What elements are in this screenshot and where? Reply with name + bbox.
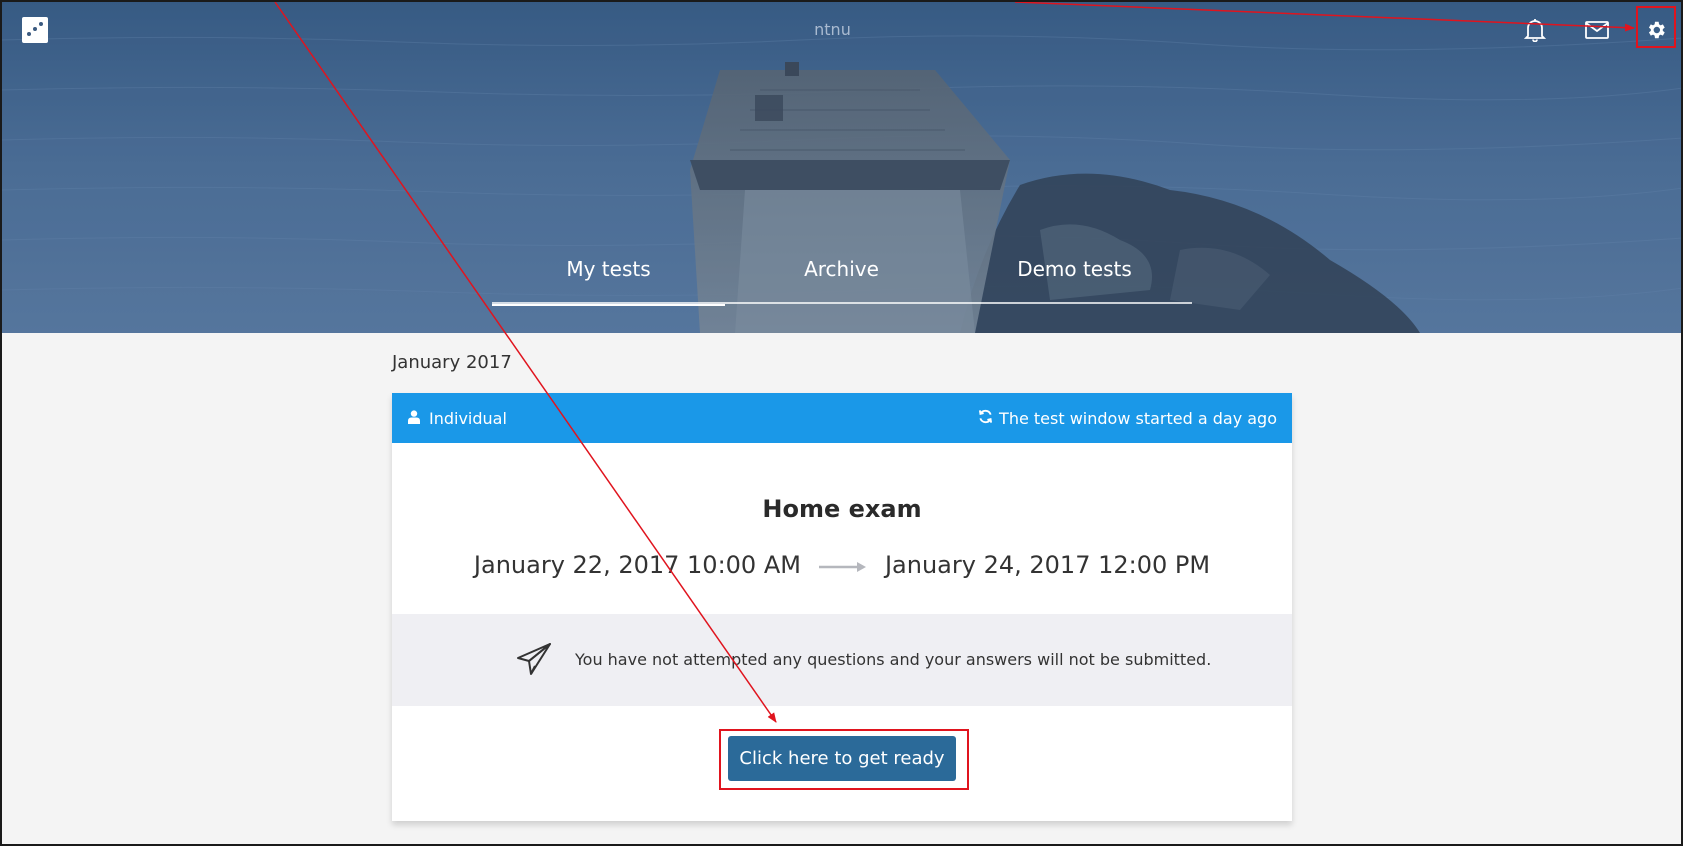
tab-archive[interactable]: Archive: [725, 252, 958, 304]
submission-notice-text: You have not attempted any questions and…: [575, 650, 1212, 669]
test-card-header: Individual The test window started a day…: [392, 393, 1292, 443]
test-type-label: Individual: [429, 408, 507, 428]
get-ready-button[interactable]: Click here to get ready: [728, 736, 956, 781]
exam-end-date: January 24, 2017 12:00 PM: [884, 551, 1211, 579]
arrow-right-icon: [818, 551, 867, 579]
submission-notice: You have not attempted any questions and…: [392, 614, 1292, 706]
gear-icon[interactable]: [1641, 15, 1671, 45]
exam-start-date: January 22, 2017 10:00 AM: [473, 551, 801, 579]
month-heading: January 2017: [392, 352, 512, 373]
tenant-name: ntnu: [814, 20, 851, 39]
exam-date-range: January 22, 2017 10:00 AM January 24, 20…: [392, 547, 1292, 583]
hero-banner: ntnu My tests Archive Demo tests: [0, 0, 1683, 333]
test-card: Individual The test window started a day…: [392, 393, 1292, 821]
paper-plane-icon: [516, 642, 552, 680]
test-window-status-text: The test window started a day ago: [999, 408, 1277, 428]
tab-my-tests[interactable]: My tests: [492, 252, 725, 306]
exam-title: Home exam: [762, 495, 922, 523]
bell-icon[interactable]: [1520, 15, 1550, 45]
test-tabs: My tests Archive Demo tests: [492, 252, 1192, 306]
envelope-icon[interactable]: [1582, 15, 1612, 45]
user-icon: [408, 409, 420, 428]
refresh-icon: [978, 409, 993, 428]
test-window-status: The test window started a day ago: [978, 393, 1277, 443]
test-type: Individual: [408, 393, 507, 443]
tab-demo-tests[interactable]: Demo tests: [958, 252, 1191, 304]
